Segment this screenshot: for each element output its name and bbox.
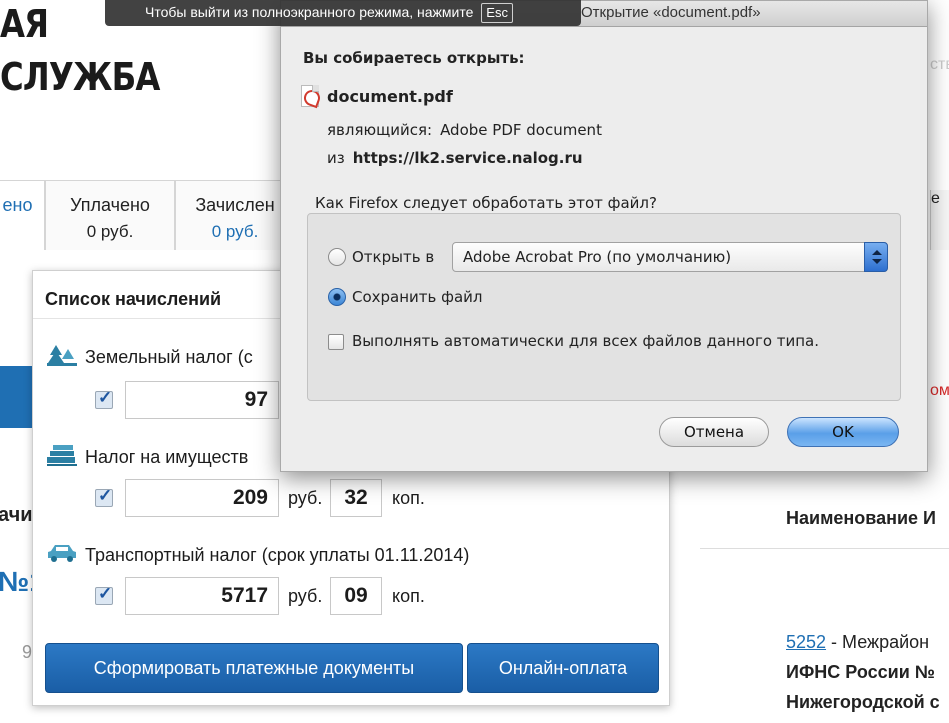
car-tax-checkbox[interactable] <box>95 584 113 605</box>
summary-tabs: ено Уплачено 0 руб. Зачислен 0 руб. <box>0 180 295 250</box>
site-logo-line-2: СЛУЖБА <box>0 55 160 99</box>
tab-paid-value: 0 руб. <box>86 222 134 241</box>
property-tax-icon <box>47 443 77 466</box>
open-with-label[interactable]: Открыть в <box>352 248 434 266</box>
alert-fragment: ом <box>930 382 949 412</box>
tab-paid-label: Уплачено <box>70 195 150 215</box>
car-tax-title: Транспортный налог (срок уплаты 01.11.20… <box>47 541 469 566</box>
cancel-button[interactable]: Отмена <box>659 417 769 447</box>
inspection-line-2: ИФНС России № <box>786 662 935 682</box>
header-link-fragment: ств <box>930 56 949 136</box>
tab-credited-label: Зачислен <box>195 195 275 215</box>
column-header-name: Наименование И <box>786 508 936 528</box>
rub-label: руб. <box>288 488 323 508</box>
property-tax-rubles-input[interactable]: 209 <box>125 479 279 517</box>
dialog-title: Открытие «document.pdf» <box>581 4 761 21</box>
land-tax-label: Земельный налог (с <box>85 347 253 367</box>
property-tax-checkbox[interactable] <box>95 486 113 507</box>
file-source-value: https://lk2.service.nalog.ru <box>352 149 583 167</box>
tab-charged-label: ено <box>2 195 33 215</box>
file-name: document.pdf <box>327 87 453 106</box>
tab-edge-fragment: е <box>930 190 949 250</box>
online-payment-button[interactable]: Онлайн-оплата <box>467 643 659 693</box>
action-group: Открыть в Adobe Acrobat Pro (по умолчани… <box>307 213 901 401</box>
land-tax-rubles-input[interactable]: 97 <box>125 381 279 419</box>
divider <box>700 548 949 549</box>
file-open-dialog: Открытие «document.pdf» Вы собираетесь о… <box>280 0 928 472</box>
fullscreen-exit-notice: Чтобы выйти из полноэкранного режима, на… <box>105 0 581 26</box>
open-with-radio[interactable] <box>328 248 346 266</box>
generate-payment-documents-button[interactable]: Сформировать платежные документы <box>45 643 463 693</box>
do-automatically-label[interactable]: Выполнять автоматически для всех файлов … <box>352 332 819 350</box>
open-with-app-value: Adobe Acrobat Pro (по умолчанию) <box>463 248 732 266</box>
save-file-label[interactable]: Сохранить файл <box>352 288 483 306</box>
land-tax-title: Земельный налог (с <box>47 343 253 368</box>
save-file-radio[interactable] <box>328 288 346 306</box>
tab-charged[interactable]: ено <box>0 180 45 250</box>
property-tax-title: Налог на имуществ <box>47 443 248 468</box>
kop-label: коп. <box>392 586 425 606</box>
esc-key-hint: Esc <box>481 3 513 23</box>
land-tax-icon <box>47 343 77 366</box>
table-header-fragment: ачи <box>0 504 33 526</box>
panel-title: Список начислений <box>45 289 222 309</box>
action-question: Как Firefox следует обработать этот файл… <box>315 194 657 212</box>
car-tax-kopecks-input[interactable]: 09 <box>330 577 382 615</box>
file-type-value: Adobe PDF document <box>440 121 602 139</box>
tab-paid[interactable]: Уплачено 0 руб. <box>45 180 175 250</box>
site-logo-line-1: АЯ <box>0 2 49 46</box>
car-tax-label: Транспортный налог (срок уплаты 01.11.20… <box>85 545 470 565</box>
file-type-line: являющийся: Adobe PDF document <box>327 121 602 139</box>
do-automatically-checkbox[interactable] <box>328 334 344 350</box>
open-with-app-select[interactable]: Adobe Acrobat Pro (по умолчанию) <box>452 242 888 272</box>
property-tax-kopecks-input[interactable]: 32 <box>330 479 382 517</box>
property-tax-label: Налог на имуществ <box>85 447 249 467</box>
select-stepper-icon[interactable] <box>864 242 888 272</box>
inspection-name-part: - Межрайон <box>826 632 930 652</box>
car-tax-icon <box>47 541 77 563</box>
file-type-label: являющийся: <box>327 121 433 139</box>
inspection-line-3: Нижегородской с <box>786 692 940 712</box>
file-source-line: из https://lk2.service.nalog.ru <box>327 149 583 167</box>
tab-credited[interactable]: Зачислен 0 руб. <box>175 180 295 250</box>
pdf-file-icon <box>301 85 319 107</box>
inspection-code-link[interactable]: 5252 <box>786 632 826 652</box>
land-tax-checkbox[interactable] <box>95 388 113 409</box>
inspection-line-1: 5252 - Межрайон <box>786 632 929 653</box>
ok-button[interactable]: OK <box>787 417 899 447</box>
row-fragment: 9 <box>22 642 33 662</box>
dialog-heading: Вы собираетесь открыть: <box>303 49 525 67</box>
rub-label: руб. <box>288 586 323 606</box>
file-source-label: из <box>327 149 345 167</box>
tab-credited-value: 0 руб. <box>211 222 259 241</box>
kop-label: коп. <box>392 488 425 508</box>
fullscreen-notice-text: Чтобы выйти из полноэкранного режима, на… <box>145 4 474 20</box>
car-tax-rubles-input[interactable]: 5717 <box>125 577 279 615</box>
